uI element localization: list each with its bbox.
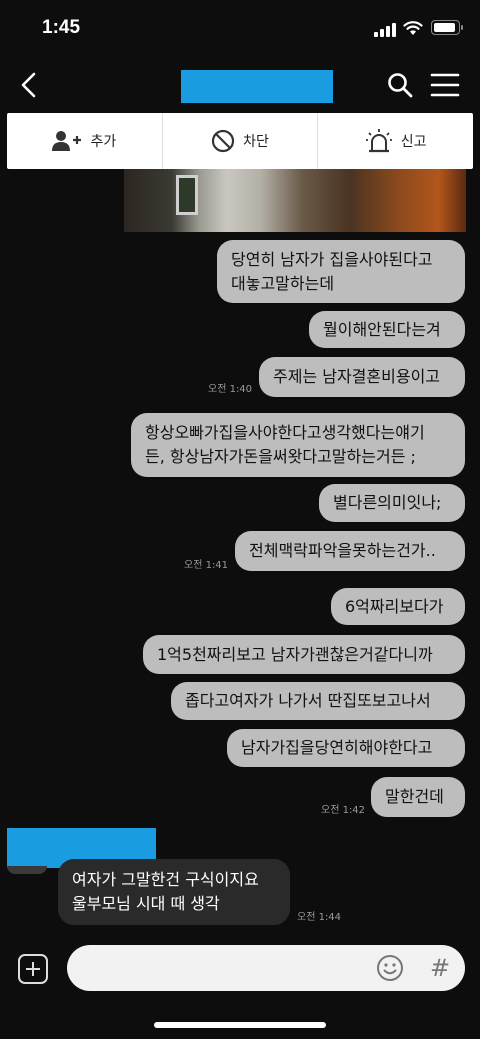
message-bubble[interactable]: 말한건데 bbox=[371, 777, 465, 817]
message-timestamp: 오전 1:41 bbox=[184, 560, 229, 571]
status-bar: 1:45 bbox=[0, 0, 480, 60]
add-friend-button[interactable]: 추가 bbox=[7, 113, 163, 169]
message-line: 대놓고말하는데 bbox=[231, 273, 335, 293]
report-label: 신고 bbox=[400, 134, 427, 150]
message-bubble[interactable]: 전체맥락파악을못하는건가.. bbox=[235, 531, 465, 571]
message-timestamp: 오전 1:44 bbox=[297, 912, 342, 923]
emoji-icon[interactable] bbox=[376, 954, 404, 982]
message-line: 여자가 그말한건 구식이지요 bbox=[72, 870, 259, 889]
hashtag-button[interactable]: # bbox=[428, 953, 452, 983]
message-line: 울부모님 시대 때 생각 bbox=[72, 894, 220, 913]
battery-level bbox=[433, 22, 455, 32]
report-siren-icon bbox=[365, 129, 392, 153]
message-text: 별다른의미잇나; bbox=[333, 493, 442, 512]
chat-header bbox=[0, 62, 480, 108]
message-line: 든, 항상남자가돈을써왓다고말하는거든 ; bbox=[145, 447, 416, 466]
signal-icon bbox=[374, 22, 400, 37]
avatar[interactable] bbox=[7, 866, 47, 874]
message-text: 뭘이해안된다는겨 bbox=[323, 319, 441, 339]
wifi-icon bbox=[403, 21, 423, 35]
message-text: 1억5천짜리보고 남자가괜찮은거같다니까 bbox=[157, 644, 433, 664]
attach-plus-button[interactable] bbox=[18, 954, 48, 984]
friend-action-bar: 추가 차단 신고 bbox=[7, 113, 473, 169]
message-bubble[interactable]: 좁다고여자가 나가서 딴집또보고나서 bbox=[171, 682, 465, 720]
home-indicator bbox=[154, 1022, 326, 1028]
block-label: 차단 bbox=[243, 134, 269, 150]
message-text: 좁다고여자가 나가서 딴집또보고나서 bbox=[185, 691, 431, 710]
chat-title-redacted bbox=[181, 70, 333, 103]
add-friend-label: 추가 bbox=[90, 134, 117, 150]
battery-icon bbox=[431, 20, 463, 35]
message-text: 주제는 남자결혼비용이고 bbox=[273, 367, 441, 386]
search-icon[interactable] bbox=[385, 70, 415, 100]
message-line: 항상오빠가집을사야한다고생각했다는얘기 bbox=[145, 423, 425, 442]
message-bubble-incoming[interactable]: 여자가 그말한건 구식이지요 울부모님 시대 때 생각 bbox=[58, 859, 290, 925]
add-friend-icon bbox=[52, 131, 82, 151]
image-message[interactable] bbox=[124, 169, 466, 232]
status-time: 1:45 bbox=[42, 17, 81, 38]
message-text: 남자가집을당연히해야한다고 bbox=[241, 738, 433, 757]
message-timestamp: 오전 1:40 bbox=[208, 384, 253, 395]
message-text: 말한건데 bbox=[385, 787, 444, 806]
message-input-bar: # bbox=[0, 935, 480, 999]
report-button[interactable]: 신고 bbox=[318, 113, 473, 169]
message-bubble[interactable]: 항상오빠가집을사야한다고생각했다는얘기 든, 항상남자가돈을써왓다고말하는거든 … bbox=[131, 413, 465, 477]
message-input[interactable] bbox=[67, 945, 465, 991]
hamburger-menu-icon[interactable] bbox=[430, 72, 460, 98]
block-button[interactable]: 차단 bbox=[163, 113, 319, 169]
message-timestamp: 오전 1:42 bbox=[321, 805, 366, 816]
message-text: 6억짜리보다가 bbox=[345, 596, 444, 616]
block-icon bbox=[212, 129, 235, 153]
message-bubble[interactable]: 1억5천짜리보고 남자가괜찮은거같다니까 bbox=[143, 635, 465, 674]
chevron-left-icon[interactable] bbox=[14, 68, 46, 102]
message-bubble[interactable]: 주제는 남자결혼비용이고 bbox=[259, 357, 465, 397]
message-bubble[interactable]: 뭘이해안된다는겨 bbox=[309, 311, 465, 348]
message-line: 당연히 남자가 집을사야된다고 bbox=[231, 249, 433, 269]
message-text: 전체맥락파악을못하는건가.. bbox=[249, 541, 436, 560]
message-bubble[interactable]: 별다른의미잇나; bbox=[319, 484, 465, 522]
message-bubble[interactable]: 6억짜리보다가 bbox=[331, 588, 465, 625]
image-window-detail bbox=[176, 175, 198, 215]
message-bubble[interactable]: 남자가집을당연히해야한다고 bbox=[227, 729, 465, 767]
message-bubble[interactable]: 당연히 남자가 집을사야된다고 대놓고말하는데 bbox=[217, 240, 465, 303]
